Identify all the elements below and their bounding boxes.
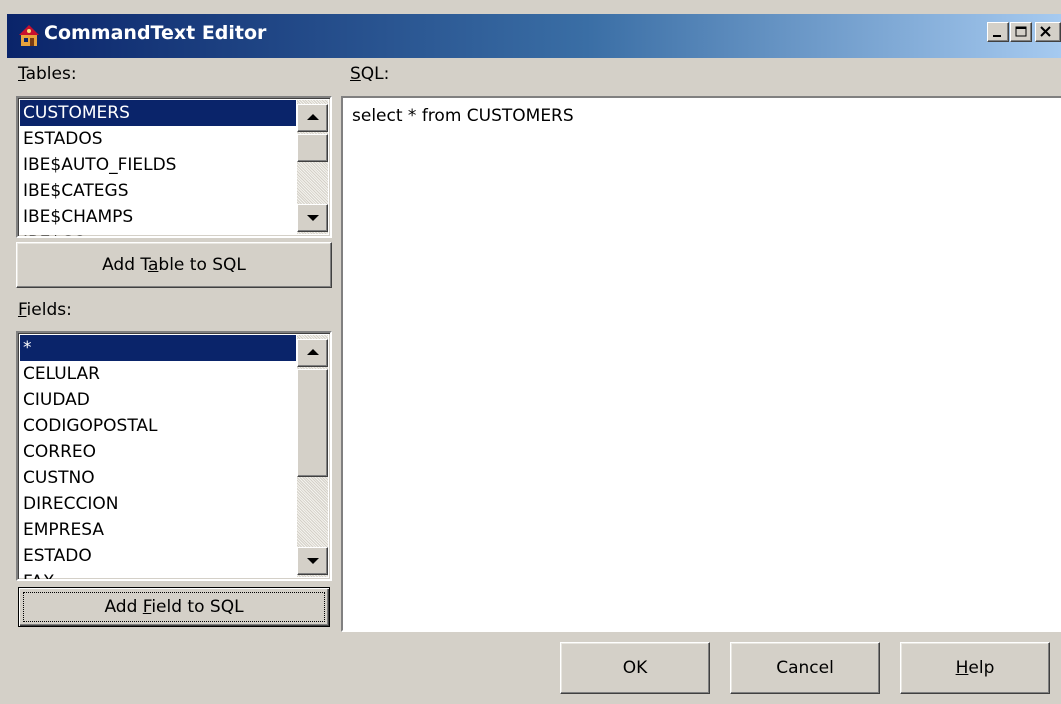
tables-label-rest: ables: — [25, 64, 77, 84]
add-table-button[interactable]: Add Table to SQL — [16, 242, 332, 288]
tables-list-item[interactable]: IBE$CO... — [20, 230, 296, 236]
minimize-button[interactable] — [987, 22, 1009, 42]
tables-scroll-up-button[interactable] — [297, 104, 328, 132]
fields-list-item[interactable]: EMPRESA — [20, 517, 296, 543]
help-label-post: elp — [968, 658, 995, 678]
up-arrow-icon — [307, 114, 319, 120]
close-button[interactable] — [1035, 22, 1061, 42]
tables-list-item[interactable]: IBE$AUTO_FIELDS — [20, 152, 296, 178]
fields-list-item[interactable]: * — [20, 335, 296, 361]
fields-scroll-down-button[interactable] — [297, 547, 328, 575]
fields-scrollbar[interactable] — [297, 335, 328, 577]
fields-list-item[interactable]: CODIGOPOSTAL — [20, 413, 296, 439]
add-table-label: Add Table to SQL — [102, 255, 246, 275]
fields-label-rest: ields: — [26, 300, 72, 320]
sql-label-accelerator: S — [350, 64, 361, 84]
cancel-button[interactable]: Cancel — [730, 642, 880, 694]
tables-scrollbar[interactable] — [297, 100, 328, 234]
minimize-icon — [993, 35, 1001, 37]
up-arrow-icon — [307, 349, 319, 355]
sql-text[interactable]: select * from CUSTOMERS — [352, 106, 574, 126]
close-icon — [1040, 26, 1051, 37]
fields-list-item[interactable]: DIRECCION — [20, 491, 296, 517]
add-field-button[interactable]: Add Field to SQL — [18, 587, 330, 627]
fields-list: * CELULAR CIUDAD CODIGOPOSTAL CORREO CUSTNO DI… — [20, 335, 296, 579]
add-table-label-post: ble to SQL — [158, 255, 246, 275]
title-bar[interactable]: CommandText Editor — [0, 0, 1061, 60]
help-button[interactable]: Help — [900, 642, 1050, 694]
sql-editor[interactable]: select * from CUSTOMERS — [341, 96, 1061, 632]
app-icon[interactable] — [17, 23, 41, 49]
fields-list-item[interactable]: FAX — [20, 569, 296, 579]
fields-list-item[interactable]: ESTADO — [20, 543, 296, 569]
tables-label-accelerator: T — [18, 64, 26, 84]
down-arrow-icon — [307, 215, 319, 221]
fields-list-item[interactable]: CUSTNO — [20, 465, 296, 491]
add-field-label-post: ield to SQL — [151, 597, 244, 617]
fields-scroll-up-button[interactable] — [297, 339, 328, 367]
sql-label: SQL: — [350, 64, 389, 84]
fields-scroll-thumb[interactable] — [297, 369, 328, 477]
tables-list-item[interactable]: ESTADOS — [20, 126, 296, 152]
fields-label: Fields: — [18, 300, 72, 320]
tables-list: CUSTOMERS ESTADOS IBE$AUTO_FIELDS IBE$CATEG… — [20, 100, 296, 236]
down-arrow-icon — [307, 558, 319, 564]
ok-label: OK — [622, 658, 648, 678]
fields-label-accelerator: F — [18, 300, 27, 320]
maximize-button[interactable] — [1010, 22, 1032, 42]
tables-scroll-thumb[interactable] — [297, 134, 328, 162]
fields-list-item[interactable]: CELULAR — [20, 361, 296, 387]
add-table-label-pre: Add T — [102, 255, 148, 275]
tables-list-item[interactable]: IBE$CATEGS — [20, 178, 296, 204]
maximize-icon — [1015, 26, 1027, 37]
add-table-label-key: a — [147, 255, 159, 275]
tables-scroll-down-button[interactable] — [297, 204, 328, 232]
fields-list-item[interactable]: CIUDAD — [20, 387, 296, 413]
tables-listbox[interactable]: CUSTOMERS ESTADOS IBE$AUTO_FIELDS IBE$CATEG… — [16, 96, 332, 238]
add-field-label: Add Field to SQL — [104, 597, 243, 617]
add-field-label-pre: Add — [104, 597, 143, 617]
fields-list-item[interactable]: CORREO — [20, 439, 296, 465]
fields-listbox[interactable]: * CELULAR CIUDAD CODIGOPOSTAL CORREO CUSTNO DI… — [16, 331, 332, 581]
ok-button[interactable]: OK — [560, 642, 710, 694]
sql-label-rest: QL: — [360, 64, 390, 84]
cancel-label: Cancel — [776, 658, 834, 678]
tables-label: Tables: — [18, 64, 77, 84]
command-text-editor-window: CommandText Editor Tables: SQL: CUSTOMER… — [0, 0, 1061, 704]
tables-list-item[interactable]: IBE$CHAMPS — [20, 204, 296, 230]
help-label: Help — [956, 658, 995, 678]
window-title: CommandText Editor — [44, 22, 267, 44]
tables-list-item[interactable]: CUSTOMERS — [20, 100, 296, 126]
help-label-key: H — [955, 658, 969, 678]
